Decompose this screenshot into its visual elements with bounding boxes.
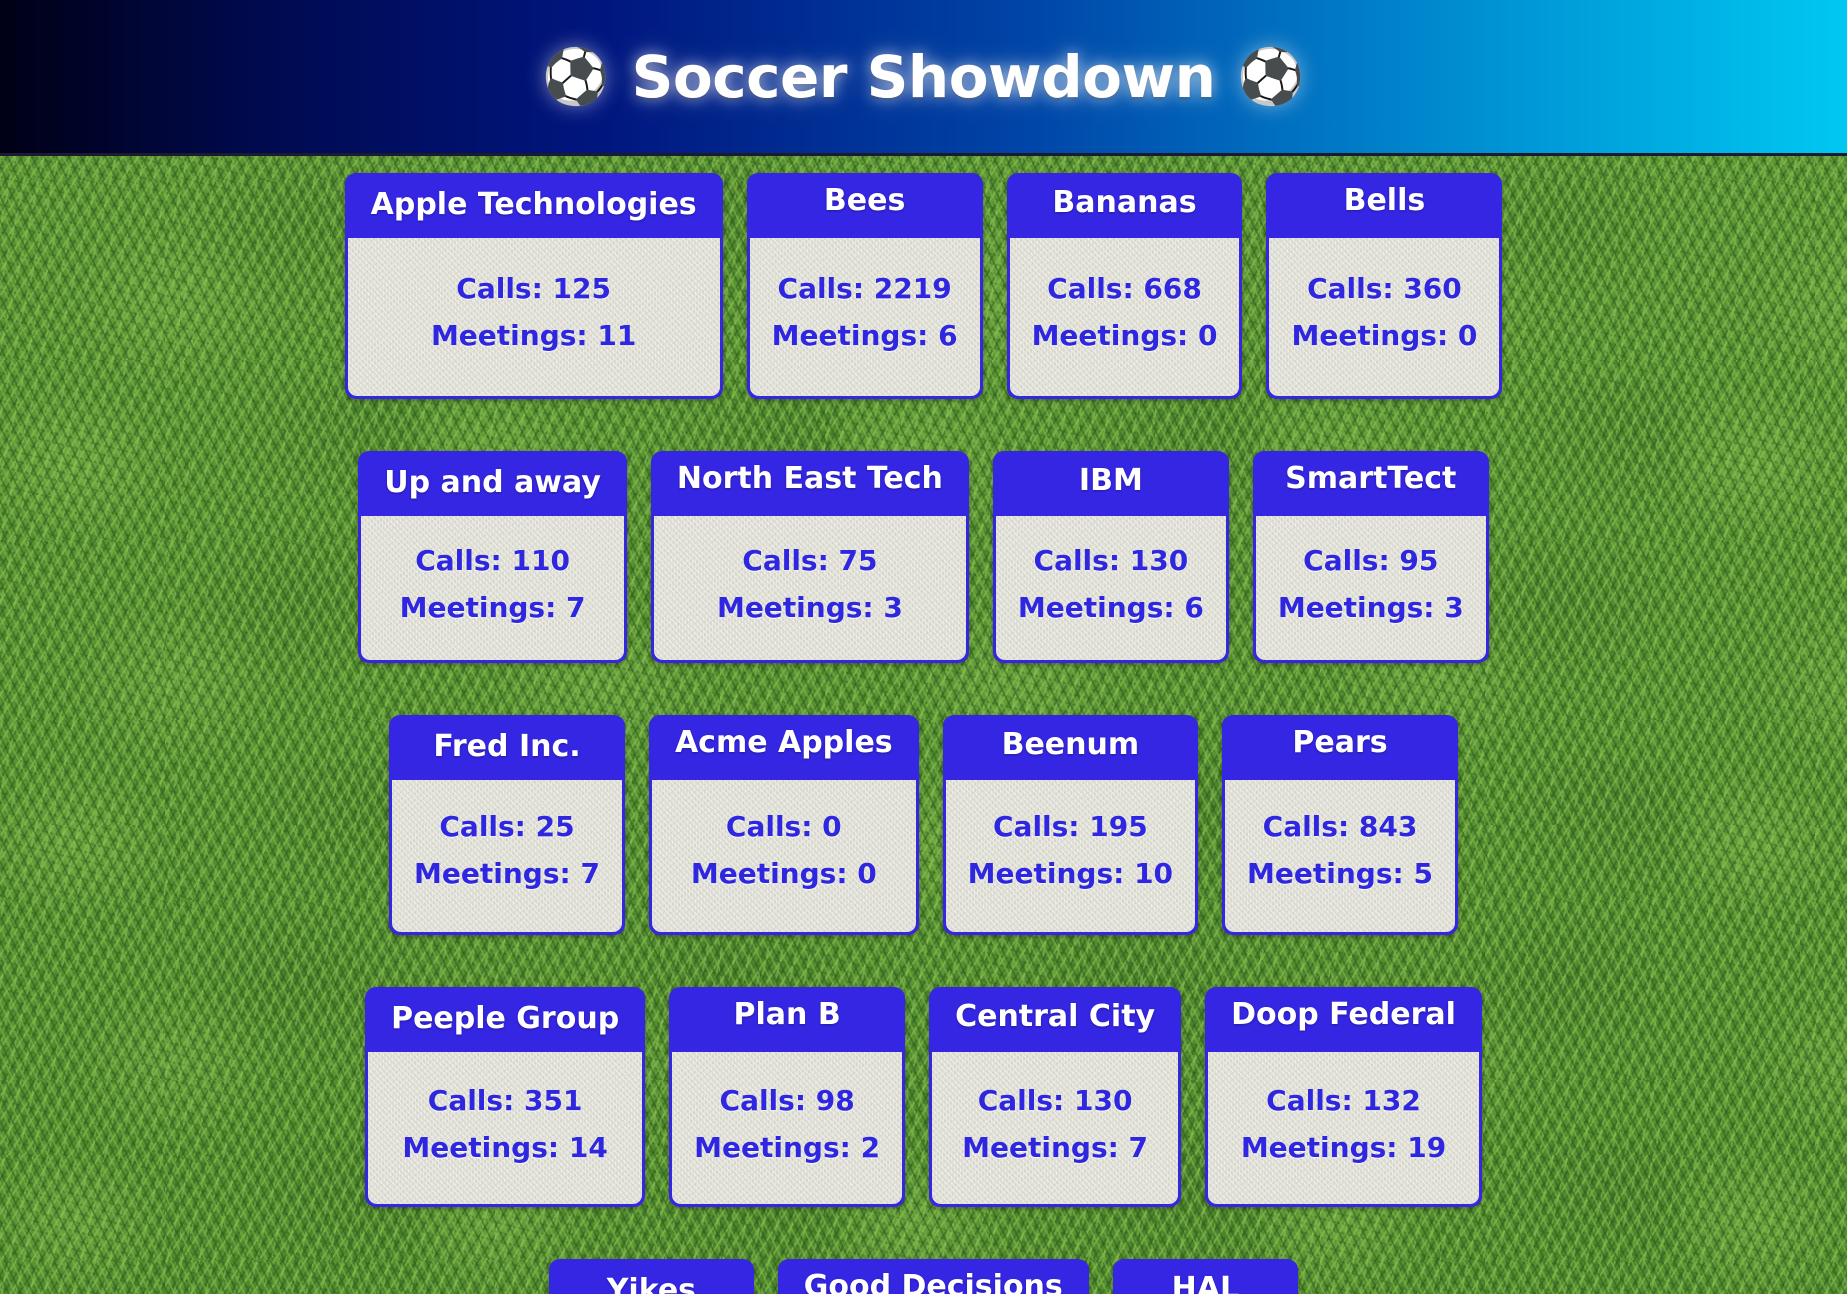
team-name: Fred Inc. xyxy=(433,729,581,764)
team-stats: Calls: 2219 Meetings: 6 xyxy=(750,238,980,396)
team-card[interactable]: Bells Calls: 360 Meetings: 0 xyxy=(1266,173,1503,399)
team-stats: Calls: 132 Meetings: 19 xyxy=(1208,1052,1479,1204)
team-card[interactable]: Acme Apples Calls: 0 Meetings: 0 xyxy=(648,715,919,935)
team-name: Acme Apples xyxy=(674,725,893,760)
calls-stat: Calls: 843 xyxy=(1262,810,1418,843)
calls-stat: Calls: 95 xyxy=(1303,544,1439,577)
team-stats: Calls: 668 Meetings: 0 xyxy=(1010,238,1240,396)
meetings-stat: Meetings: 3 xyxy=(1277,591,1464,624)
meetings-stat: Meetings: 14 xyxy=(402,1131,608,1164)
meetings-stat: Meetings: 6 xyxy=(771,319,958,352)
team-name: Doop Federal xyxy=(1231,997,1456,1032)
team-name: Beenum xyxy=(1001,727,1140,762)
calls-stat: Calls: 132 xyxy=(1266,1084,1421,1117)
team-card[interactable]: Doop Federal Calls: 132 Meetings: 19 xyxy=(1205,987,1482,1207)
team-card[interactable]: Apple Technologies Calls: 125 Meetings: 11 xyxy=(344,173,723,399)
calls-stat: Calls: 351 xyxy=(427,1084,583,1117)
team-name: Plan B xyxy=(733,997,841,1032)
team-card[interactable]: HALCalls: 60 xyxy=(1112,1259,1298,1294)
meetings-stat: Meetings: 11 xyxy=(430,319,637,352)
team-name: IBM xyxy=(1078,463,1143,498)
team-stats: Calls: 843 Meetings: 5 xyxy=(1225,780,1455,932)
team-stats: Calls: 195 Meetings: 10 xyxy=(946,780,1195,932)
meetings-stat: Meetings: 19 xyxy=(1240,1131,1447,1164)
calls-stat: Calls: 195 xyxy=(993,810,1148,843)
calls-stat: Calls: 125 xyxy=(456,272,611,305)
team-stats: Calls: 360 Meetings: 0 xyxy=(1269,238,1499,396)
team-card[interactable]: YikesCalls: 180 xyxy=(549,1259,754,1294)
team-stats: Calls: 130 Meetings: 7 xyxy=(932,1052,1178,1204)
team-card[interactable]: Beenum Calls: 195 Meetings: 10 xyxy=(942,715,1199,935)
team-name: Bananas xyxy=(1052,185,1197,220)
team-name: Yikes xyxy=(606,1273,697,1294)
team-stats: Calls: 75 Meetings: 3 xyxy=(654,516,966,660)
calls-stat: Calls: 25 xyxy=(439,810,575,843)
team-name: Good Decisions xyxy=(803,1269,1063,1294)
calls-stat: Calls: 2219 xyxy=(777,272,952,305)
team-name: SmartTect xyxy=(1285,461,1457,496)
team-card[interactable]: Good DecisionsCalls: 114 xyxy=(777,1259,1089,1294)
team-card[interactable]: Up and away Calls: 110 Meetings: 7 xyxy=(358,451,627,663)
meetings-stat: Meetings: 7 xyxy=(962,1131,1149,1164)
team-card[interactable]: SmartTect Calls: 95 Meetings: 3 xyxy=(1252,451,1489,663)
team-name: Bees xyxy=(823,183,906,218)
team-card[interactable]: IBM Calls: 130 Meetings: 6 xyxy=(992,451,1229,663)
team-name: North East Tech xyxy=(676,461,943,496)
meetings-stat: Meetings: 0 xyxy=(1031,319,1218,352)
meetings-stat: Meetings: 0 xyxy=(690,857,877,890)
calls-stat: Calls: 668 xyxy=(1047,272,1202,305)
team-name: Up and away xyxy=(384,465,601,500)
team-stats: Calls: 0 Meetings: 0 xyxy=(652,780,916,932)
calls-stat: Calls: 110 xyxy=(415,544,570,577)
meetings-stat: Meetings: 5 xyxy=(1247,857,1433,890)
calls-stat: Calls: 75 xyxy=(742,544,878,577)
meetings-stat: Meetings: 2 xyxy=(694,1131,881,1164)
team-stats: Calls: 25 Meetings: 7 xyxy=(392,780,622,932)
meetings-stat: Meetings: 7 xyxy=(414,857,600,890)
meetings-stat: Meetings: 7 xyxy=(399,591,586,624)
calls-stat: Calls: 98 xyxy=(719,1084,855,1117)
team-stats: Calls: 110 Meetings: 7 xyxy=(361,516,624,660)
team-name: Central City xyxy=(955,999,1156,1034)
team-card[interactable]: Plan B Calls: 98 Meetings: 2 xyxy=(669,987,906,1207)
team-name: Apple Technologies xyxy=(370,187,697,222)
team-card[interactable]: North East Tech Calls: 75 Meetings: 3 xyxy=(650,451,969,663)
soccer-ball-icon-right: ⚽ xyxy=(1237,44,1305,108)
team-name: Bells xyxy=(1343,183,1426,218)
team-name: HAL xyxy=(1171,1271,1240,1294)
calls-stat: Calls: 360 xyxy=(1307,272,1462,305)
team-stats: Calls: 95 Meetings: 3 xyxy=(1256,516,1486,660)
team-name: Pears xyxy=(1292,725,1388,760)
team-card[interactable]: Central City Calls: 130 Meetings: 7 xyxy=(929,987,1182,1207)
calls-stat: Calls: 0 xyxy=(725,810,842,843)
calls-stat: Calls: 130 xyxy=(1033,544,1189,577)
team-card[interactable]: Bees Calls: 2219 Meetings: 6 xyxy=(746,173,983,399)
meetings-stat: Meetings: 0 xyxy=(1291,319,1478,352)
meetings-stat: Meetings: 3 xyxy=(716,591,903,624)
page-title: Soccer Showdown xyxy=(631,42,1216,111)
team-stats: Calls: 130 Meetings: 6 xyxy=(996,516,1226,660)
meetings-stat: Meetings: 10 xyxy=(967,857,1174,890)
team-card[interactable]: Bananas Calls: 668 Meetings: 0 xyxy=(1006,173,1243,399)
team-card[interactable]: Fred Inc. Calls: 25 Meetings: 7 xyxy=(389,715,625,935)
meetings-stat: Meetings: 6 xyxy=(1017,591,1204,624)
team-stats: Calls: 351 Meetings: 14 xyxy=(368,1052,642,1204)
team-card[interactable]: Pears Calls: 843 Meetings: 5 xyxy=(1222,715,1458,935)
page-header: ⚽ Soccer Showdown ⚽ xyxy=(0,0,1847,156)
calls-stat: Calls: 130 xyxy=(977,1084,1133,1117)
team-stats: Calls: 125 Meetings: 11 xyxy=(348,238,720,396)
scoreboard-grid: Apple Technologies Calls: 125 Meetings: 11… xyxy=(0,156,1847,1294)
soccer-ball-icon-left: ⚽ xyxy=(542,44,610,108)
team-name: Peeple Group xyxy=(391,1001,620,1036)
team-stats: Calls: 98 Meetings: 2 xyxy=(672,1052,902,1204)
team-card[interactable]: Peeple Group Calls: 351 Meetings: 14 xyxy=(365,987,646,1207)
